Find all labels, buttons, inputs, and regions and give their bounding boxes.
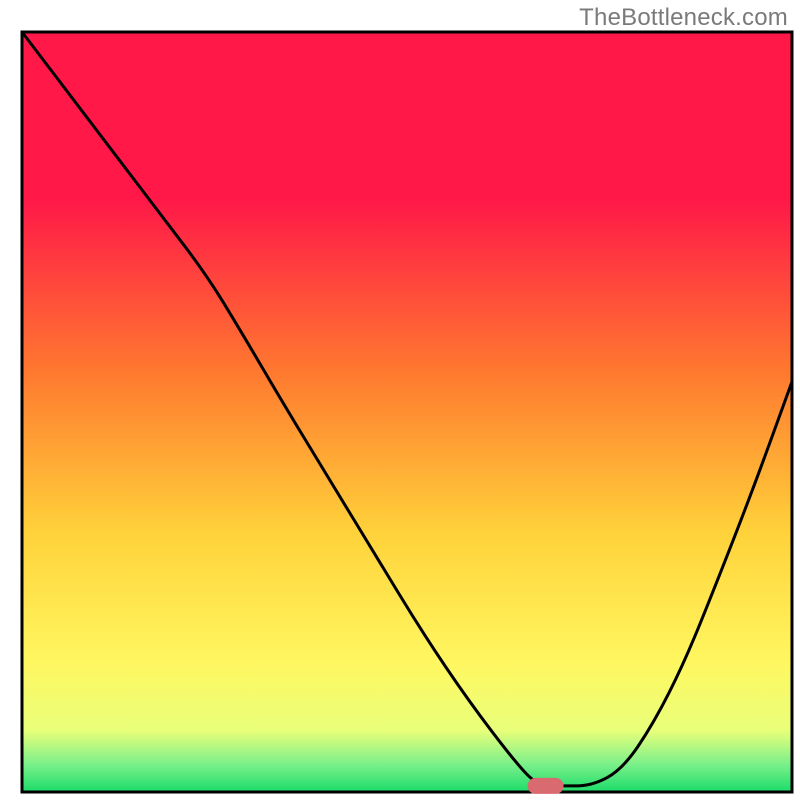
optimal-marker <box>528 778 564 794</box>
watermark-text: TheBottleneck.com <box>579 4 788 32</box>
bottleneck-chart <box>0 0 800 800</box>
chart-container: TheBottleneck.com <box>0 0 800 800</box>
